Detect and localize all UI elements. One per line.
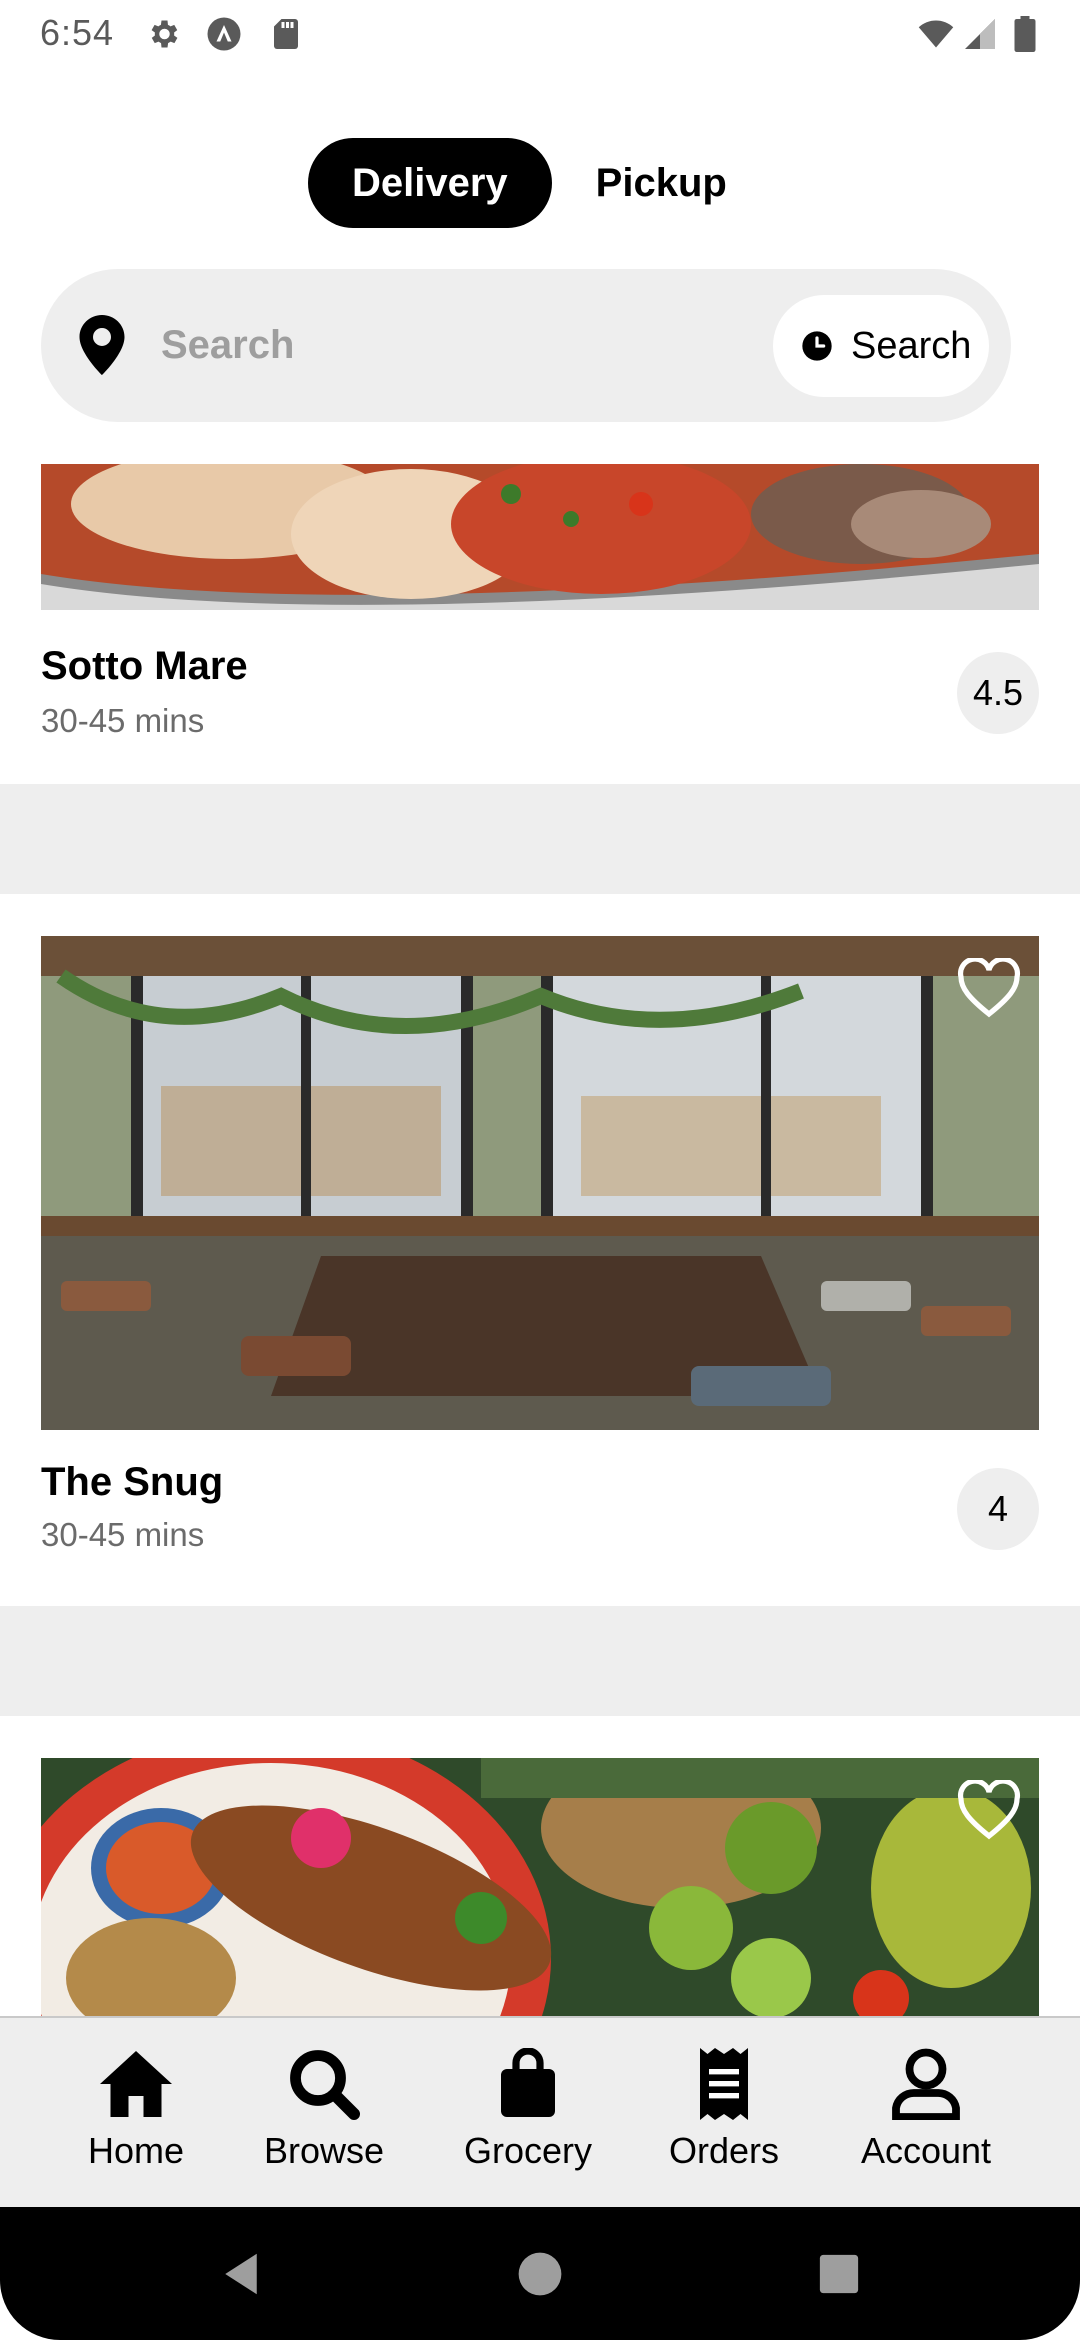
restaurant-eta: 30-45 mins bbox=[41, 702, 205, 739]
restaurant-eta: 30-45 mins bbox=[41, 1516, 205, 1553]
nav-item-browse[interactable]: Browse bbox=[254, 2018, 394, 2209]
mode-toggle: Delivery Pickup bbox=[308, 138, 727, 228]
rating-badge: 4.5 bbox=[957, 652, 1039, 734]
signal-icon bbox=[962, 16, 998, 52]
restaurant-image[interactable] bbox=[41, 464, 1039, 610]
home-icon bbox=[100, 2051, 172, 2117]
location-pin-icon[interactable] bbox=[79, 315, 125, 375]
restaurant-image[interactable] bbox=[41, 936, 1039, 1430]
home-circle-icon[interactable] bbox=[513, 2247, 567, 2301]
nav-label: Browse bbox=[263, 2130, 385, 2171]
clock-icon bbox=[802, 331, 832, 361]
schedule-button[interactable]: Search bbox=[773, 295, 989, 397]
schedule-button-label: Search bbox=[851, 324, 972, 367]
pickup-tab[interactable]: Pickup bbox=[552, 138, 727, 228]
recents-icon[interactable] bbox=[812, 2247, 866, 2301]
restaurant-card[interactable] bbox=[0, 1716, 1080, 2016]
search-icon bbox=[290, 2050, 360, 2120]
card-separator bbox=[0, 1606, 1080, 1716]
back-icon[interactable] bbox=[214, 2247, 268, 2301]
bottom-nav: Home Browse Grocery Orders Account bbox=[0, 2016, 1080, 2207]
card-separator bbox=[0, 784, 1080, 894]
system-nav-bar bbox=[0, 2207, 1080, 2340]
nav-label: Home bbox=[87, 2130, 185, 2171]
battery-icon bbox=[1010, 16, 1040, 52]
shopping-bag-icon bbox=[501, 2048, 555, 2117]
nav-item-grocery[interactable]: Grocery bbox=[454, 2018, 602, 2209]
delivery-tab[interactable]: Delivery bbox=[308, 138, 552, 228]
restaurant-image[interactable] bbox=[41, 1758, 1039, 2016]
favorite-heart-icon[interactable] bbox=[957, 1780, 1021, 1840]
nav-item-account[interactable]: Account bbox=[846, 2018, 1006, 2209]
app-logo-icon bbox=[206, 16, 242, 52]
restaurant-name: Sotto Mare bbox=[41, 644, 248, 688]
restaurant-name: The Snug bbox=[41, 1460, 224, 1504]
restaurant-card[interactable]: Sotto Mare 30-45 mins 4.5 bbox=[0, 464, 1080, 784]
status-time: 6:54 bbox=[40, 12, 115, 53]
favorite-heart-icon[interactable] bbox=[957, 958, 1021, 1018]
nav-item-orders[interactable]: Orders bbox=[662, 2018, 786, 2209]
nav-label: Grocery bbox=[463, 2130, 593, 2171]
nav-item-home[interactable]: Home bbox=[74, 2018, 198, 2209]
status-bar: 6:54 bbox=[0, 0, 1080, 66]
receipt-icon bbox=[700, 2048, 748, 2120]
wifi-icon bbox=[914, 16, 958, 52]
sd-card-icon bbox=[268, 16, 304, 52]
nav-label: Orders bbox=[668, 2130, 780, 2171]
restaurant-feed[interactable]: Sotto Mare 30-45 mins 4.5 The Snug 30-45… bbox=[0, 464, 1080, 2016]
rating-badge: 4 bbox=[957, 1468, 1039, 1550]
person-icon bbox=[892, 2048, 960, 2120]
nav-label: Account bbox=[860, 2130, 992, 2171]
restaurant-card[interactable]: The Snug 30-45 mins 4 bbox=[0, 894, 1080, 1606]
search-input[interactable] bbox=[161, 313, 781, 377]
search-bar: Search bbox=[41, 269, 1011, 422]
gear-icon bbox=[145, 16, 181, 52]
